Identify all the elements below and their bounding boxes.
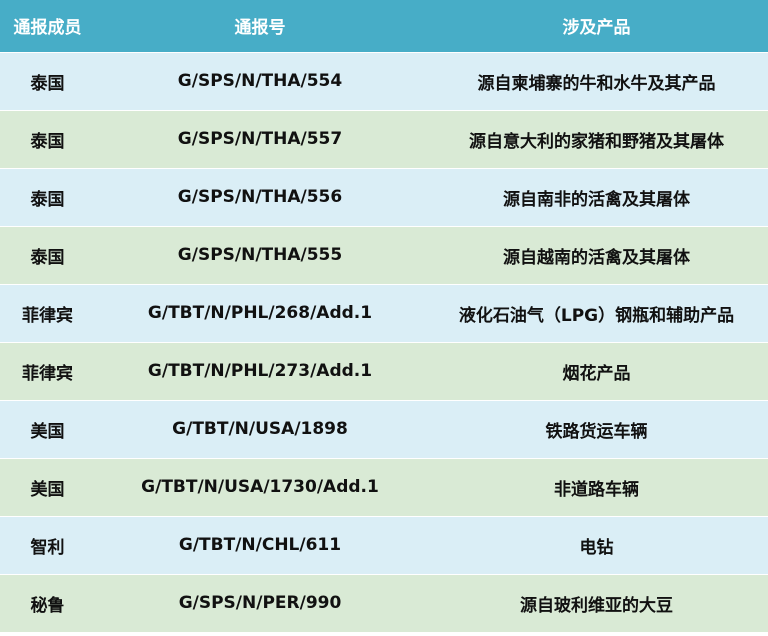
cell-member: 菲律宾 — [0, 341, 95, 400]
cell-product: 铁路货运车辆 — [425, 399, 768, 458]
table-row: 智利 G/TBT/N/CHL/611 电钻 — [0, 515, 768, 574]
table-row: 泰国 G/SPS/N/THA/555 源自越南的活禽及其屠体 — [0, 225, 768, 284]
cell-product: 非道路车辆 — [425, 457, 768, 516]
cell-number: G/SPS/N/THA/556 — [95, 167, 425, 226]
table-row: 美国 G/TBT/N/USA/1730/Add.1 非道路车辆 — [0, 457, 768, 516]
cell-number: G/TBT/N/USA/1898 — [95, 399, 425, 458]
cell-member: 泰国 — [0, 109, 95, 168]
cell-member: 美国 — [0, 399, 95, 458]
header-number: 通报号 — [234, 18, 286, 39]
cell-member: 泰国 — [0, 167, 95, 226]
table-row: 美国 G/TBT/N/USA/1898 铁路货运车辆 — [0, 399, 768, 458]
cell-number: G/TBT/N/CHL/611 — [95, 515, 425, 574]
table-header: 通报成员 通报号 涉及产品 — [0, 0, 768, 52]
header-member: 通报成员 — [13, 18, 82, 39]
header-product: 涉及产品 — [562, 18, 631, 39]
table-body: 泰国 G/SPS/N/THA/554 源自柬埔寨的牛和水牛及其产品 泰国 G/S… — [0, 51, 768, 632]
header-row: 通报成员 通报号 涉及产品 — [0, 0, 768, 52]
cell-product: 烟花产品 — [425, 341, 768, 400]
cell-number: G/SPS/N/THA/554 — [95, 51, 425, 110]
cell-number: G/SPS/N/THA/557 — [95, 109, 425, 168]
cell-product: 液化石油气（LPG）钢瓶和辅助产品 — [425, 283, 768, 342]
cell-member: 菲律宾 — [0, 283, 95, 342]
cell-number: G/SPS/N/PER/990 — [95, 573, 425, 632]
table-row: 泰国 G/SPS/N/THA/557 源自意大利的家猪和野猪及其屠体 — [0, 109, 768, 168]
table-row: 泰国 G/SPS/N/THA/556 源自南非的活禽及其屠体 — [0, 167, 768, 226]
cell-number: G/TBT/N/PHL/273/Add.1 — [95, 341, 425, 400]
cell-product: 电钻 — [425, 515, 768, 574]
table-row: 泰国 G/SPS/N/THA/554 源自柬埔寨的牛和水牛及其产品 — [0, 51, 768, 110]
cell-product: 源自柬埔寨的牛和水牛及其产品 — [425, 51, 768, 110]
table-row: 秘鲁 G/SPS/N/PER/990 源自玻利维亚的大豆 — [0, 573, 768, 632]
cell-product: 源自玻利维亚的大豆 — [425, 573, 768, 632]
cell-number: G/TBT/N/USA/1730/Add.1 — [95, 457, 425, 516]
cell-member: 秘鲁 — [0, 573, 95, 632]
cell-member: 美国 — [0, 457, 95, 516]
cell-number: G/SPS/N/THA/555 — [95, 225, 425, 284]
cell-member: 智利 — [0, 515, 95, 574]
cell-product: 源自意大利的家猪和野猪及其屠体 — [425, 109, 768, 168]
cell-number: G/TBT/N/PHL/268/Add.1 — [95, 283, 425, 342]
cell-member: 泰国 — [0, 225, 95, 284]
table-row: 菲律宾 G/TBT/N/PHL/268/Add.1 液化石油气（LPG）钢瓶和辅… — [0, 283, 768, 342]
cell-product: 源自南非的活禽及其屠体 — [425, 167, 768, 226]
cell-product: 源自越南的活禽及其屠体 — [425, 225, 768, 284]
notification-table: 通报成员 通报号 涉及产品 泰国 G/SPS/N/THA/554 源自柬埔寨的牛… — [0, 0, 768, 632]
cell-member: 泰国 — [0, 51, 95, 110]
table-row: 菲律宾 G/TBT/N/PHL/273/Add.1 烟花产品 — [0, 341, 768, 400]
